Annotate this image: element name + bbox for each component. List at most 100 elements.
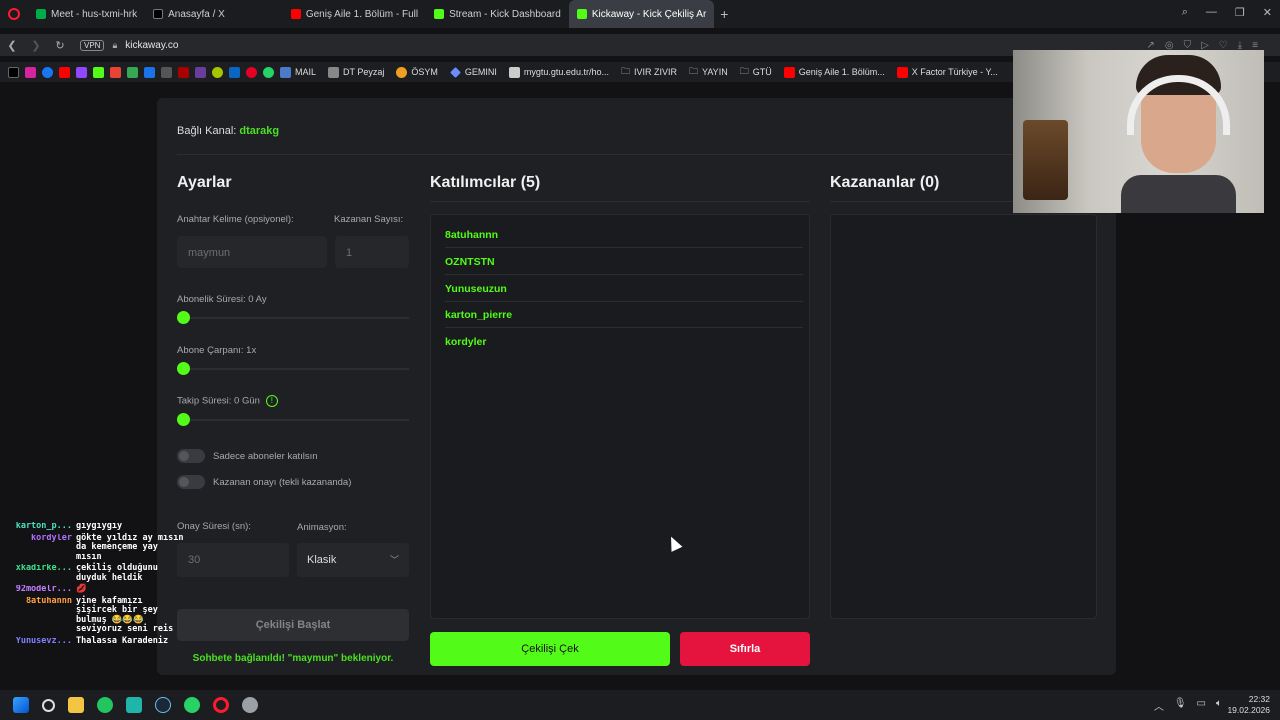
whatsapp-bookmark-icon[interactable] (263, 66, 274, 78)
chat-username: xkadirke... (15, 564, 72, 573)
menu-icon[interactable]: ≡ (1252, 40, 1258, 51)
file-explorer-icon[interactable] (68, 697, 84, 713)
settings-icon[interactable] (242, 697, 258, 713)
opera-icon[interactable] (8, 8, 20, 20)
bookmark-yayin[interactable]: 🗀 YAYIN (689, 64, 728, 80)
bookmark-gtu[interactable]: 🗀 GTÜ (740, 64, 772, 80)
search-icon[interactable] (42, 698, 55, 712)
toggle-knob (179, 477, 189, 487)
share-icon[interactable]: ↗ (1146, 40, 1154, 51)
bookmark-mygtu[interactable]: mygtu.gtu.edu.tr/ho... (508, 66, 609, 78)
red-bookmark-icon[interactable] (178, 66, 189, 78)
winners-list (830, 214, 1097, 619)
address-bar-actions: ↗ ◎ ⛉ ▷ ♡ ⤓ ≡ (1146, 40, 1258, 51)
forward-icon[interactable]: ❯ (24, 39, 48, 52)
app-icon[interactable] (126, 697, 142, 713)
bookmark-mail[interactable]: MAIL (280, 66, 316, 78)
dollar-bookmark-icon[interactable] (144, 66, 155, 78)
youtube-bookmark-icon[interactable] (59, 66, 70, 78)
tab-x[interactable]: Anasayfa / X (145, 0, 233, 28)
purple-bookmark-icon[interactable] (195, 66, 206, 78)
search-icon[interactable]: ⌕ (1182, 6, 1188, 19)
slider-thumb[interactable] (177, 362, 190, 375)
instagram-bookmark-icon[interactable] (25, 66, 36, 78)
slider-thumb[interactable] (177, 311, 190, 324)
chrome-icon[interactable] (97, 697, 113, 713)
sub-duration-slider[interactable] (177, 311, 409, 324)
linkedin-bookmark-icon[interactable] (229, 66, 240, 78)
draw-button[interactable]: Çekilişi Çek (430, 632, 670, 666)
gmail-bookmark-icon[interactable] (110, 66, 121, 78)
bookmark-gemini[interactable]: GEMINI (449, 66, 497, 78)
tab-kickaway[interactable]: Kickaway - Kick Çekiliş Ar (568, 0, 715, 28)
mail-icon (280, 66, 291, 78)
close-icon[interactable]: ✕ (1263, 6, 1272, 19)
bookmark-ivir-zivir[interactable]: 🗀 IVIR ZIVIR (621, 64, 677, 80)
new-tab-button[interactable]: + (720, 6, 728, 22)
url-field[interactable]: kickaway.co (125, 40, 178, 51)
pinterest-bookmark-icon[interactable] (246, 66, 257, 78)
kick-bookmark-icon[interactable] (93, 66, 104, 78)
vpn-badge[interactable]: VPN (80, 39, 105, 51)
opera-icon[interactable] (213, 697, 229, 713)
animation-value: Klasik (307, 554, 337, 566)
subs-only-label: Sadece aboneler katılsın (213, 451, 318, 462)
time: 22:32 (1248, 694, 1270, 704)
x-bookmark-icon[interactable] (8, 66, 19, 78)
info-icon[interactable]: ! (265, 395, 278, 407)
whatsapp-icon[interactable] (184, 697, 200, 713)
youtube-icon (290, 9, 301, 19)
bookmark-osym[interactable]: ÖSYM (396, 66, 438, 78)
back-icon[interactable]: ❮ (0, 39, 24, 52)
winners-count-input[interactable]: 1 (335, 236, 409, 268)
chevron-down-icon: ﹀ (389, 555, 399, 565)
steam-icon[interactable] (155, 697, 171, 713)
microphone-icon[interactable]: 🎙︎ (1174, 698, 1187, 713)
clock[interactable]: 22:32 19.02.2026 (1227, 694, 1270, 716)
streamer (1121, 55, 1236, 213)
play-icon[interactable]: ▷ (1201, 40, 1209, 51)
participants-list: 8atuhannn OZNTSTN Yunuseuzun karton_pier… (430, 214, 810, 619)
keyword-input[interactable]: maymun (177, 236, 327, 268)
lime-bookmark-icon[interactable] (212, 66, 223, 78)
sub-multiplier-slider[interactable] (177, 362, 409, 375)
document-icon (508, 66, 520, 78)
tab-youtube[interactable]: Geniş Aile 1. Bölüm - Full (283, 0, 426, 28)
channel-name: dtarakg (239, 125, 280, 137)
animation-select[interactable]: Klasik ﹀ (297, 543, 409, 577)
download-icon[interactable]: ⤓ (1238, 40, 1242, 51)
system-tray: ︿ 🎙︎ ▭ 🔈︎ (1154, 698, 1222, 713)
divider (430, 201, 810, 202)
gemini-icon (449, 66, 461, 78)
maps-bookmark-icon[interactable] (127, 66, 138, 78)
slider-thumb[interactable] (177, 413, 190, 426)
shield-icon[interactable]: ⛉ (1184, 40, 1192, 51)
camera-icon[interactable]: ◎ (1165, 40, 1174, 51)
bookmark-x-factor[interactable]: X Factor Türkiye - Y... (896, 66, 998, 78)
volume-icon[interactable]: 🔈︎ (1216, 698, 1222, 713)
confirm-time-input[interactable]: 30 (177, 543, 289, 577)
subs-only-toggle[interactable] (177, 449, 205, 463)
folder-icon: 🗀 (620, 66, 630, 76)
winner-confirm-toggle[interactable] (177, 475, 205, 489)
follow-duration-slider[interactable] (177, 413, 409, 426)
follow-duration-label: Takip Süresi: 0 Gün (177, 395, 260, 407)
meet-icon (36, 9, 46, 19)
tab-meet[interactable]: Meet - hus-txmi-hrk (28, 0, 145, 28)
reload-icon[interactable]: ↻ (48, 39, 72, 52)
minimize-icon[interactable]: — (1206, 6, 1217, 19)
participant-item: karton_pierre (445, 301, 803, 328)
twitch-bookmark-icon[interactable] (76, 66, 87, 78)
reset-button[interactable]: Sıfırla (680, 632, 810, 666)
maximize-icon[interactable]: ❐ (1235, 6, 1245, 19)
start-giveaway-button[interactable]: Çekilişi Başlat (177, 609, 409, 641)
bookmark-genis-aile[interactable]: Geniş Aile 1. Bölüm... (783, 66, 885, 78)
chevron-up-icon[interactable]: ︿ (1154, 698, 1164, 713)
start-icon[interactable] (13, 697, 29, 713)
game-bookmark-icon[interactable] (161, 66, 172, 78)
network-icon[interactable]: ▭ (1197, 698, 1206, 713)
bookmark-dt-peyzaj[interactable]: DT Peyzaj (328, 66, 384, 78)
tab-kick-dashboard[interactable]: Stream - Kick Dashboard (426, 0, 569, 28)
heart-icon[interactable]: ♡ (1219, 40, 1228, 51)
facebook-bookmark-icon[interactable] (42, 66, 53, 78)
